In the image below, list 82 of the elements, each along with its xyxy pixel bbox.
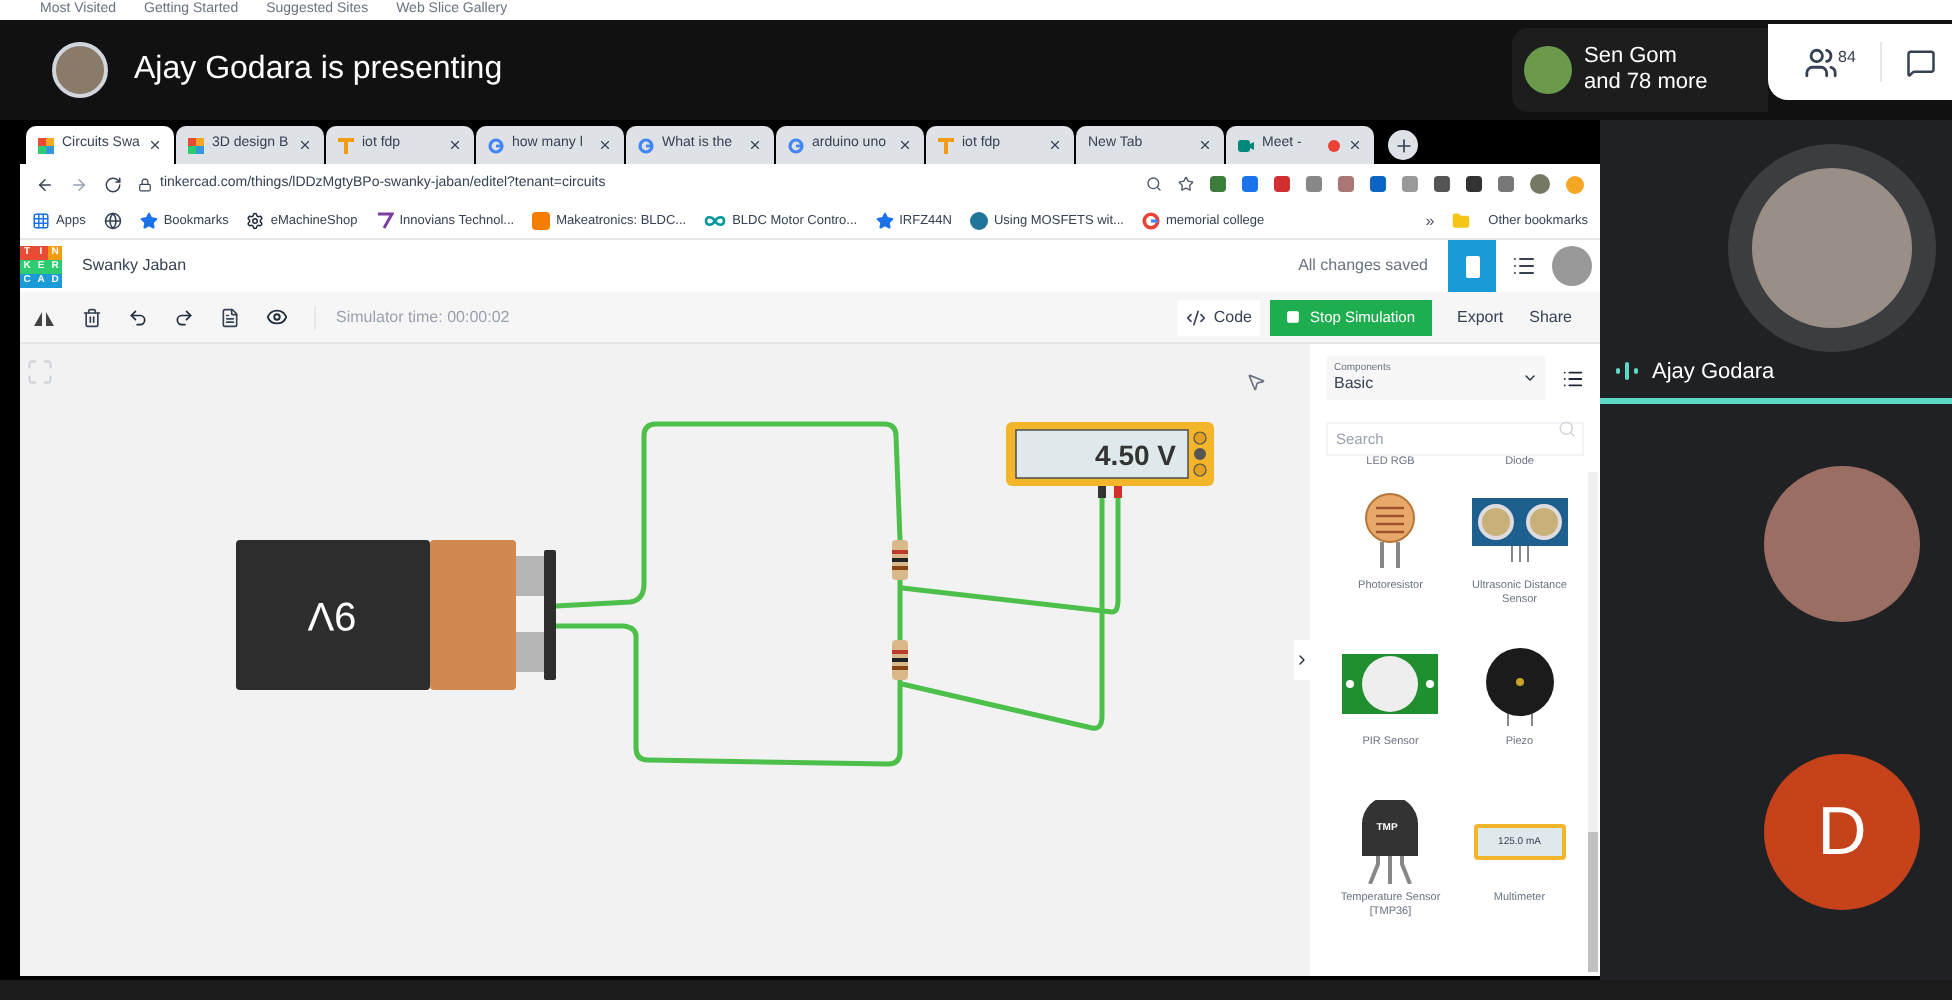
battery-label: 9V [307, 593, 357, 638]
close-icon[interactable] [448, 138, 462, 152]
temperature-sensor-drawing [1362, 800, 1419, 885]
cursor-icon [1246, 372, 1266, 392]
close-icon[interactable] [1198, 138, 1212, 152]
t-logo-icon [938, 137, 954, 153]
stop-icon [1285, 310, 1300, 324]
more-count: and 78 more [1584, 70, 1708, 96]
plus-icon [1393, 135, 1413, 155]
search-icon [1558, 420, 1576, 438]
audio-level-icon [1616, 362, 1638, 381]
close-icon[interactable] [1348, 138, 1362, 152]
star-icon [139, 212, 158, 230]
code-button[interactable]: Code [1177, 299, 1260, 335]
undo-icon[interactable] [128, 307, 148, 327]
close-icon[interactable] [148, 138, 162, 152]
new-tab-button[interactable] [1388, 130, 1418, 160]
google-icon [638, 137, 654, 153]
piezo-buzzer-drawing [1483, 646, 1556, 727]
apps-icon [32, 212, 50, 230]
meet-icon [1238, 137, 1254, 153]
delete-icon[interactable] [82, 307, 102, 327]
globe-icon[interactable] [103, 212, 122, 230]
t-logo-icon [338, 137, 354, 153]
simulator-time: Simulator time: 00:00:02 [314, 305, 510, 329]
forward-icon[interactable] [70, 175, 88, 193]
google-icon [488, 137, 504, 153]
people-count: 84 [1838, 45, 1856, 69]
initial-avatar: D [1764, 754, 1920, 910]
gear-icon [246, 212, 265, 230]
participant-avatar [1524, 46, 1572, 94]
resistor-drawing [892, 640, 908, 680]
star-icon [875, 212, 894, 230]
logo-icon [375, 212, 394, 230]
folder-icon [1452, 212, 1471, 230]
presenter-avatar [52, 42, 108, 98]
search-icon[interactable] [1146, 176, 1162, 192]
close-icon[interactable] [748, 138, 762, 152]
people-icon [1804, 45, 1838, 79]
participant-name: Ajay Godara [1652, 357, 1775, 387]
site-logo-icon [969, 212, 988, 230]
dropdown-value: Basic [1334, 374, 1376, 394]
chip-icon [1465, 255, 1479, 277]
meter-reading: 4.50 V [1095, 439, 1176, 472]
more-bookmarks-button[interactable]: » [1425, 209, 1435, 233]
infinity-icon [704, 212, 727, 230]
presenter-text: Ajay Godara is presenting [134, 50, 503, 90]
caret-icon [1522, 370, 1538, 386]
reload-icon[interactable] [104, 175, 122, 193]
google-icon [788, 137, 804, 153]
back-icon[interactable] [36, 175, 54, 193]
profile-avatar[interactable] [1530, 174, 1550, 194]
resistor-drawing [892, 540, 908, 580]
grid-logo-icon [188, 137, 204, 153]
close-icon[interactable] [298, 138, 312, 152]
panel-toggle[interactable] [1294, 640, 1310, 680]
user-avatar[interactable] [1552, 246, 1592, 286]
star-icon[interactable] [1178, 176, 1194, 192]
notes-icon[interactable] [220, 307, 240, 327]
close-icon[interactable] [898, 138, 912, 152]
google-icon [1141, 212, 1160, 230]
site-logo-icon [532, 212, 551, 230]
grid-logo-icon [38, 137, 54, 153]
ultrasonic-sensor-drawing [1469, 494, 1570, 567]
photoresistor-drawing [1362, 490, 1419, 571]
save-status: All changes saved [1298, 254, 1428, 278]
share-button[interactable]: Share [1529, 305, 1572, 329]
visibility-icon[interactable] [266, 306, 288, 328]
project-title: Swanky Jaban [82, 254, 187, 278]
export-button[interactable]: Export [1457, 305, 1504, 329]
close-icon[interactable] [598, 138, 612, 152]
chat-icon[interactable] [1905, 47, 1936, 77]
people-button[interactable]: 84 [1804, 45, 1856, 79]
rotate-icon[interactable] [32, 307, 56, 327]
lock-icon [138, 177, 152, 191]
close-icon[interactable] [1048, 138, 1062, 152]
code-icon [1185, 307, 1206, 327]
list-view-icon[interactable] [1562, 367, 1584, 389]
participant-name: Sen Gom [1584, 44, 1679, 70]
chevron-icon [1294, 652, 1310, 668]
redo-icon[interactable] [174, 307, 194, 327]
circuit-view-button[interactable] [1448, 240, 1496, 292]
